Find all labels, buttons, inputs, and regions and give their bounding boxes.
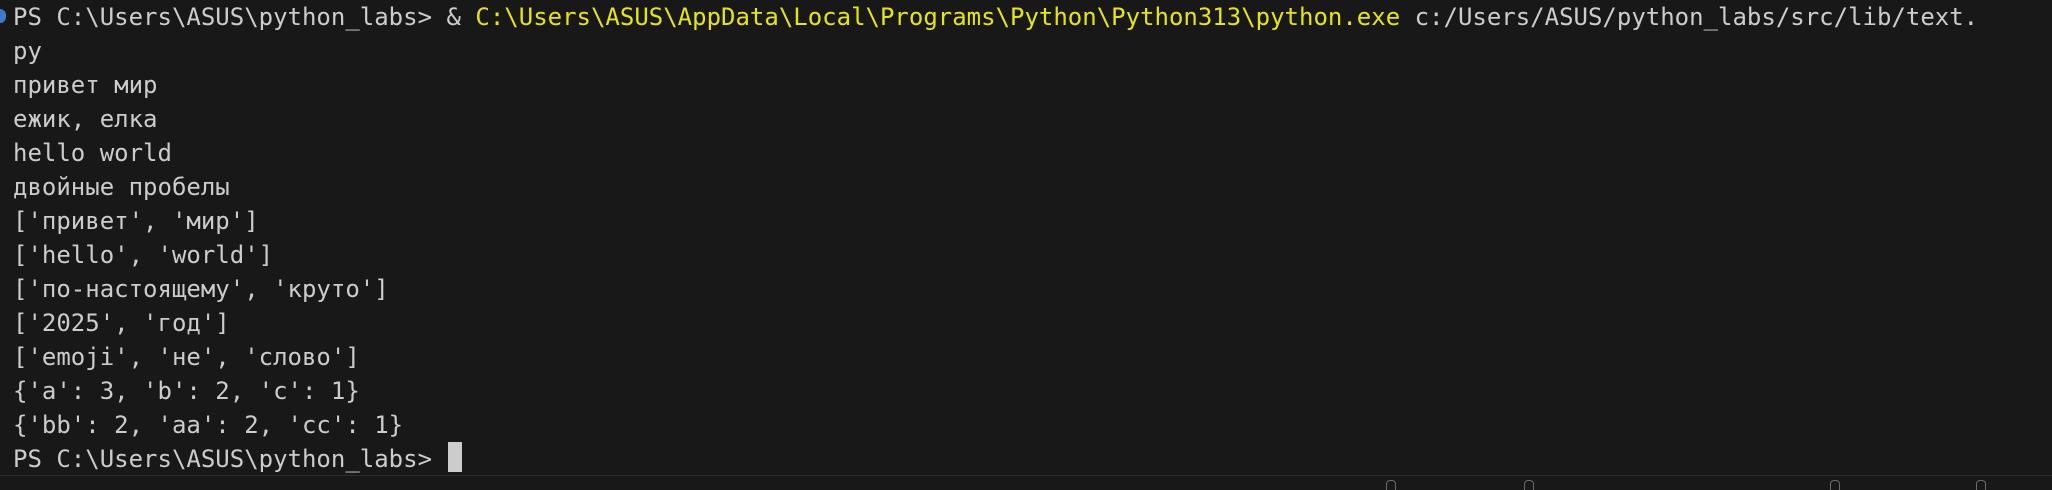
- output-line: ['hello', 'world']: [13, 241, 274, 269]
- call-operator: &: [446, 3, 476, 31]
- python-executable-path: C:\Users\ASUS\AppData\Local\Programs\Pyt…: [475, 3, 1401, 31]
- final-prompt-text: PS C:\Users\ASUS\python_labs>: [13, 445, 447, 473]
- command-decoration-marker[interactable]: [0, 9, 6, 23]
- terminal-panel[interactable]: PS C:\Users\ASUS\python_labs> & C:\Users…: [0, 0, 2052, 475]
- script-path-argument: c:/Users/ASUS/python_labs/src/lib/text.: [1400, 3, 1979, 31]
- output-line: {'bb': 2, 'aa': 2, 'cc': 1}: [13, 411, 404, 439]
- command-line: PS C:\Users\ASUS\python_labs> & C:\Users…: [13, 0, 2052, 34]
- text-cursor: [448, 442, 463, 472]
- output-line: привет мир: [13, 71, 158, 99]
- output-line: двойные пробелы: [13, 173, 230, 201]
- output-line: ['2025', 'год']: [13, 309, 230, 337]
- output-line: ['по-настоящему', 'круто']: [13, 275, 389, 303]
- terminal-output[interactable]: PS C:\Users\ASUS\python_labs> & C:\Users…: [13, 0, 2052, 475]
- output-line: ежик, елка: [13, 105, 158, 133]
- final-prompt-line[interactable]: PS C:\Users\ASUS\python_labs>: [13, 442, 2052, 475]
- script-path-wrapped: py: [13, 37, 42, 65]
- prompt-text: PS C:\Users\ASUS\python_labs>: [13, 3, 447, 31]
- output-line: ['привет', 'мир']: [13, 207, 259, 235]
- output-line: hello world: [13, 139, 172, 167]
- output-line: {'a': 3, 'b': 2, 'c': 1}: [13, 377, 360, 405]
- output-line: ['emoji', 'не', 'слово']: [13, 343, 360, 371]
- status-bar-strip: [0, 475, 2052, 490]
